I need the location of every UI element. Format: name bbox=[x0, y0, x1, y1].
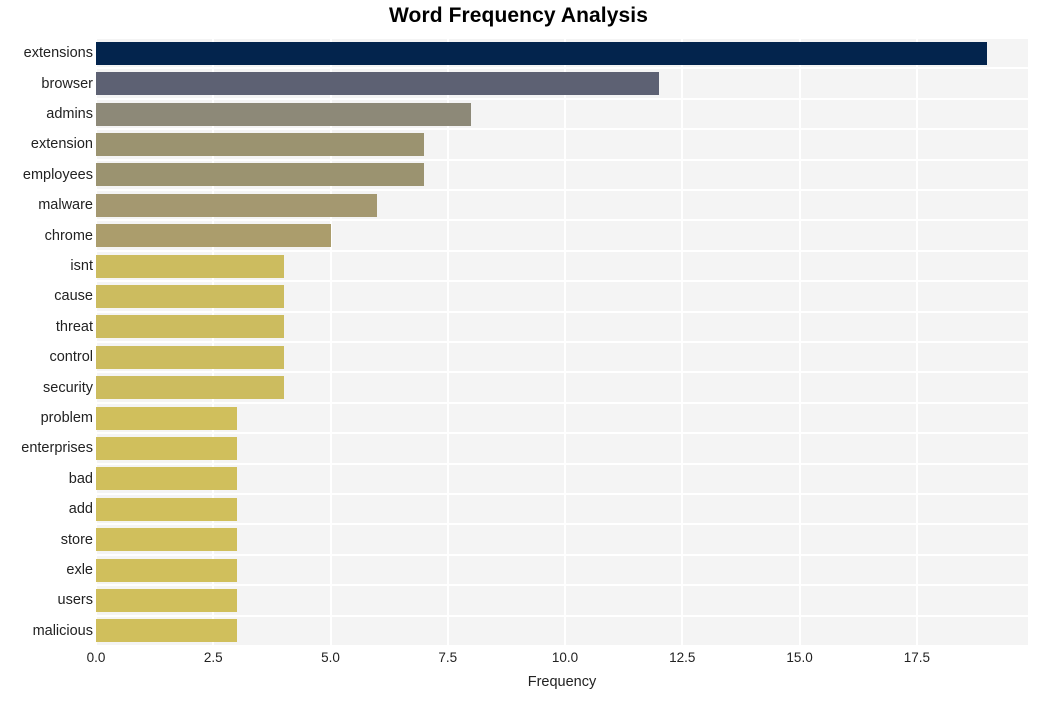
y-tick-label-admins: admins bbox=[46, 106, 93, 122]
gridline-horizontal bbox=[96, 553, 1028, 556]
y-tick-label-employees: employees bbox=[22, 166, 93, 183]
x-tick-label: 7.5 bbox=[438, 650, 458, 665]
bar-browser bbox=[96, 72, 659, 96]
y-tick-label-browser: browser bbox=[41, 75, 93, 92]
bar-problem bbox=[96, 406, 237, 430]
y-tick-label-extension: extension bbox=[30, 136, 93, 153]
y-tick-label-chrome: chrome bbox=[44, 227, 93, 244]
x-tick-label: 5.0 bbox=[321, 650, 340, 665]
gridline-horizontal bbox=[96, 401, 1028, 404]
bar-enterprises bbox=[96, 436, 237, 460]
gridline-horizontal bbox=[96, 371, 1028, 374]
bar-exle bbox=[96, 558, 237, 582]
gridline-horizontal bbox=[96, 67, 1028, 70]
x-tick-label: 10.0 bbox=[551, 650, 579, 665]
gridline-horizontal bbox=[96, 249, 1028, 252]
gridline-horizontal bbox=[96, 38, 1028, 39]
bar-employees bbox=[96, 163, 425, 187]
bar-users bbox=[96, 588, 237, 612]
y-tick-label-users: users bbox=[57, 592, 93, 609]
bar-store bbox=[96, 528, 237, 552]
gridline-horizontal bbox=[96, 158, 1028, 161]
bar-add bbox=[96, 497, 237, 521]
gridline-horizontal bbox=[96, 128, 1028, 131]
gridline-horizontal bbox=[96, 493, 1028, 495]
x-tick-label: 0.0 bbox=[86, 650, 106, 665]
gridline-horizontal bbox=[96, 462, 1028, 465]
y-tick-label-problem: problem bbox=[40, 410, 93, 426]
x-axis-tick-labels: 0.0 2.5 5.0 7.5 10.0 12.5 15.0 17.5 bbox=[87, 650, 1028, 670]
gridline-horizontal bbox=[96, 219, 1028, 222]
gridline-horizontal bbox=[96, 341, 1028, 343]
bar-extension bbox=[96, 132, 425, 156]
bar-security bbox=[96, 376, 284, 400]
bar-malicious bbox=[96, 619, 237, 643]
bar-malware bbox=[96, 193, 378, 217]
bar-control bbox=[96, 345, 284, 369]
y-tick-label-extensions: extensions bbox=[23, 45, 93, 62]
word-frequency-chart-figure: Word Frequency Analysis extensions browse… bbox=[0, 0, 1037, 701]
bar-bad bbox=[96, 467, 237, 491]
gridline-horizontal bbox=[96, 310, 1028, 313]
y-tick-label-add: add bbox=[68, 501, 93, 518]
y-tick-label-threat: threat bbox=[55, 318, 93, 335]
x-tick-label: 17.5 bbox=[903, 650, 930, 665]
chart-title: Word Frequency Analysis bbox=[388, 4, 649, 27]
gridline-horizontal bbox=[96, 280, 1028, 283]
bar-chrome bbox=[96, 224, 331, 248]
gridline-horizontal bbox=[96, 432, 1028, 435]
y-tick-label-cause: cause bbox=[54, 288, 93, 305]
bar-extensions bbox=[96, 41, 988, 65]
gridline-horizontal bbox=[96, 614, 1028, 617]
bar-isnt bbox=[96, 254, 284, 278]
x-tick-label: 15.0 bbox=[786, 650, 813, 665]
gridline-horizontal bbox=[96, 523, 1028, 526]
y-tick-label-isnt: isnt bbox=[70, 258, 93, 274]
bar-admins bbox=[96, 102, 472, 126]
y-tick-label-malicious: malicious bbox=[32, 622, 93, 639]
gridline-horizontal bbox=[96, 645, 1028, 646]
y-tick-label-store: store bbox=[60, 531, 93, 548]
x-tick-label: 2.5 bbox=[203, 650, 223, 665]
gridline-horizontal bbox=[96, 97, 1028, 100]
y-tick-label-bad: bad bbox=[68, 470, 93, 487]
y-tick-label-control: control bbox=[49, 349, 93, 366]
x-axis-title: Frequency bbox=[527, 674, 597, 690]
gridline-horizontal bbox=[96, 584, 1028, 587]
y-axis-category-labels: extensions browser admins extension employee… bbox=[0, 38, 93, 646]
bar-cause bbox=[96, 284, 284, 308]
bar-threat bbox=[96, 315, 284, 339]
plot-area bbox=[96, 38, 1028, 646]
y-tick-label-exle: exle bbox=[66, 562, 93, 578]
x-tick-label: 12.5 bbox=[669, 650, 696, 665]
gridline-horizontal bbox=[96, 189, 1028, 191]
y-tick-label-enterprises: enterprises bbox=[21, 440, 93, 457]
y-tick-label-security: security bbox=[43, 379, 93, 396]
y-tick-label-malware: malware bbox=[38, 197, 93, 214]
